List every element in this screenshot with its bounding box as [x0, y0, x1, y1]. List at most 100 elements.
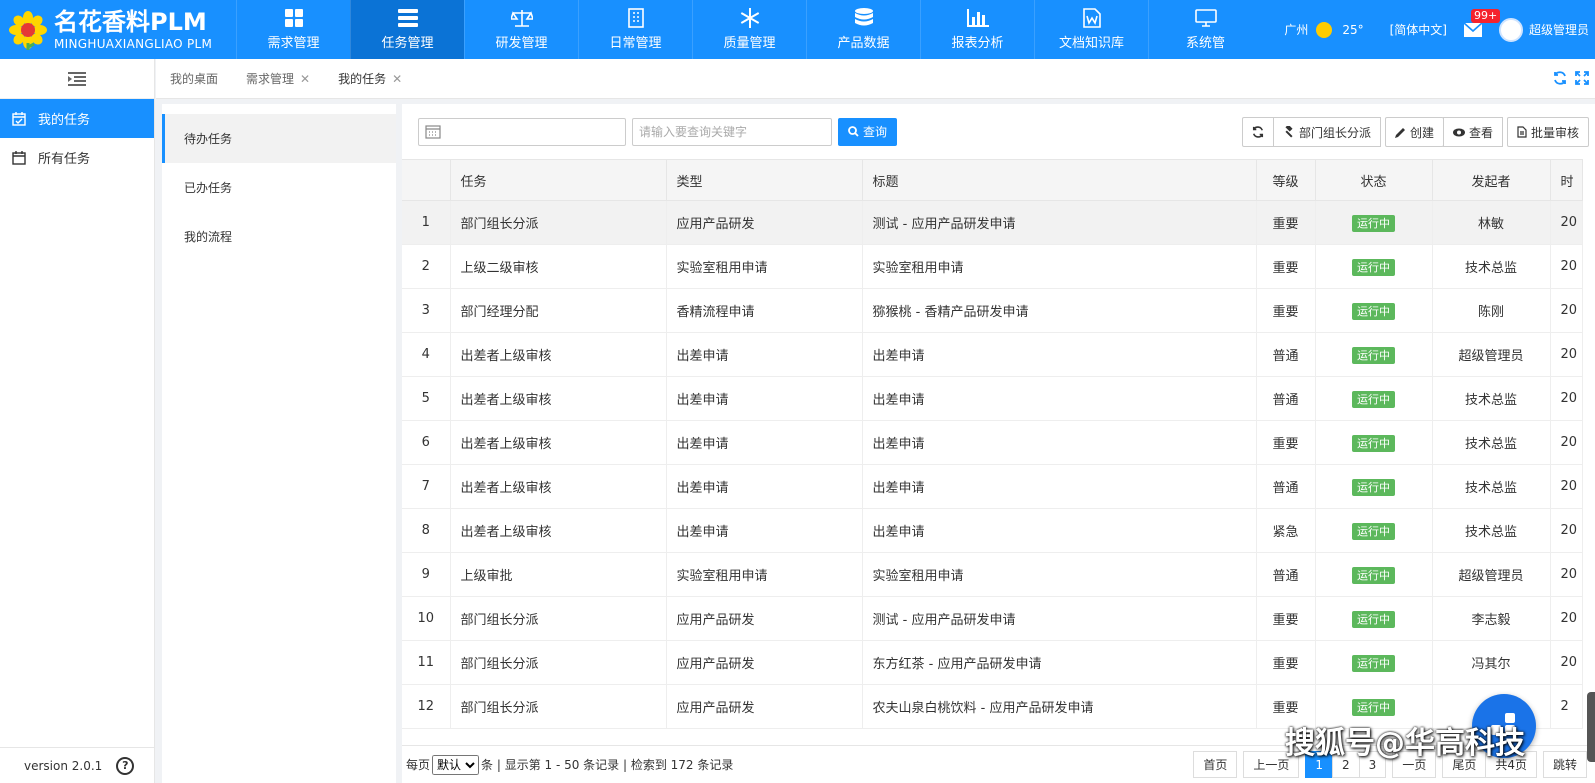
status-badge: 运行中 — [1352, 610, 1395, 628]
table-cell: 出差申请 — [862, 464, 1257, 509]
logo[interactable]: 名花香料PLM MINGHUAXIANGLIAO PLM — [0, 0, 236, 59]
table-cell: 部门经理分配 — [450, 288, 667, 333]
batch-review-button[interactable]: 批量审核 — [1506, 117, 1589, 147]
sidebar-toggle[interactable] — [0, 59, 154, 99]
refresh-button[interactable] — [1241, 117, 1274, 147]
help-icon[interactable]: ? — [116, 756, 135, 775]
action-buttons: 部门组长分派 创建 查看 批量审核 — [1241, 117, 1589, 147]
create-button[interactable]: 创建 — [1384, 117, 1444, 147]
close-icon[interactable]: ✕ — [392, 72, 402, 86]
column-header[interactable]: 时 — [1550, 159, 1583, 201]
avatar[interactable] — [1498, 17, 1523, 42]
nav-item-docs[interactable]: 文档知识库 — [1034, 0, 1148, 59]
table-cell: 20 — [1550, 332, 1583, 377]
calendar-check-icon — [12, 111, 26, 126]
fullscreen-icon[interactable] — [1575, 71, 1589, 85]
tab-desktop[interactable]: 我的桌面 — [156, 59, 232, 99]
status-cell: 运行中 — [1315, 596, 1433, 641]
table-cell: 技术总监 — [1432, 420, 1551, 465]
table-cell: 出差申请 — [666, 464, 863, 509]
column-header[interactable]: 任务 — [450, 159, 667, 201]
table-cell: 技术总监 — [1432, 244, 1551, 289]
nav-label: 需求管理 — [267, 36, 320, 51]
submenu-done[interactable]: 已办任务 — [162, 163, 396, 212]
jump-button[interactable]: 跳转 — [1542, 751, 1587, 778]
table-row[interactable]: 1 部门组长分派 应用产品研发 测试 - 应用产品研发申请 重要 运行中 林敏 20 — [402, 200, 1583, 245]
table-cell: 农夫山泉白桃饮料 - 应用产品研发申请 — [862, 684, 1257, 729]
close-icon[interactable]: ✕ — [300, 72, 310, 86]
table-row[interactable]: 4 出差者上级审核 出差申请 出差申请 普通 运行中 超级管理员 20 — [402, 332, 1583, 377]
date-range-input[interactable] — [418, 117, 626, 146]
table-cell: 5 — [402, 376, 451, 421]
table-cell: 实验室租用申请 — [862, 244, 1257, 289]
column-header[interactable]: 类型 — [666, 159, 863, 201]
submenu-label: 待办任务 — [184, 132, 233, 146]
mail-icon — [1463, 21, 1483, 37]
language-switch[interactable]: [简体中文] — [1390, 21, 1447, 38]
status-cell: 运行中 — [1315, 640, 1433, 685]
sidebar-item-my-tasks[interactable]: 我的任务 — [0, 99, 154, 138]
nav-item-demand[interactable]: 需求管理 — [236, 0, 350, 59]
table-cell: 20 — [1550, 552, 1583, 597]
nav-item-rd[interactable]: 研发管理 — [464, 0, 578, 59]
assign-button[interactable]: 部门组长分派 — [1272, 117, 1381, 147]
first-page-button[interactable]: 首页 — [1193, 751, 1238, 778]
sidebar-item-label: 所有任务 — [38, 152, 91, 167]
nav-label: 日常管理 — [609, 36, 662, 51]
nav-item-quality[interactable]: 质量管理 — [692, 0, 806, 59]
task-table: 任务 类型 标题 等级 状态 发起者 时 1 部门组长分派 应用产品研发 测试 - 应… — [402, 159, 1583, 729]
table-cell: 出差者上级审核 — [450, 464, 667, 509]
keyword-input[interactable] — [632, 117, 832, 146]
mail-badge: 99+ — [1470, 8, 1501, 23]
column-header[interactable]: 发起者 — [1432, 159, 1551, 201]
nav-item-report[interactable]: 报表分析 — [920, 0, 1034, 59]
nav-label: 任务管理 — [381, 36, 434, 51]
status-badge: 运行中 — [1352, 214, 1395, 232]
user-name[interactable]: 超级管理员 — [1529, 21, 1589, 38]
submenu-todo[interactable]: 待办任务 — [162, 114, 396, 163]
table-row[interactable]: 9 上级审批 实验室租用申请 实验室租用申请 普通 运行中 超级管理员 20 — [402, 552, 1583, 597]
bar-chart-icon — [966, 8, 989, 28]
toolbar: 查询 部门组长分派 创建 查看 批量审核 — [402, 104, 1595, 159]
table-cell: 技术总监 — [1432, 508, 1551, 553]
query-button[interactable]: 查询 — [838, 117, 898, 146]
nav-item-daily[interactable]: 日常管理 — [578, 0, 692, 59]
nav-item-task[interactable]: 任务管理 — [350, 0, 464, 59]
table-row[interactable]: 6 出差者上级审核 出差申请 出差申请 重要 运行中 技术总监 20 — [402, 420, 1583, 465]
sidebar-item-all-tasks[interactable]: 所有任务 — [0, 138, 154, 177]
nav-item-system[interactable]: 系统管 — [1148, 0, 1262, 59]
table-cell: 测试 - 应用产品研发申请 — [862, 596, 1257, 641]
column-header[interactable]: 标题 — [862, 159, 1257, 201]
weather-city: 广州 — [1284, 23, 1309, 37]
table-row[interactable]: 11 部门组长分派 应用产品研发 东方红茶 - 应用产品研发申请 重要 运行中 冯其尔 20 — [402, 640, 1583, 685]
status-badge: 运行中 — [1352, 390, 1395, 408]
table-row[interactable]: 2 上级二级审核 实验室租用申请 实验室租用申请 重要 运行中 技术总监 20 — [402, 244, 1583, 289]
submenu-my-flows[interactable]: 我的流程 — [162, 212, 396, 261]
view-button[interactable]: 查看 — [1442, 117, 1503, 147]
table-cell: 2 — [1550, 684, 1583, 729]
table-row[interactable]: 5 出差者上级审核 出差申请 出差申请 普通 运行中 技术总监 20 — [402, 376, 1583, 421]
table-cell: 9 — [402, 552, 451, 597]
table-cell: 应用产品研发 — [666, 596, 863, 641]
nav-label: 产品数据 — [837, 36, 890, 51]
table-cell: 重要 — [1256, 640, 1316, 685]
brand-sub: MINGHUAXIANGLIAO PLM — [54, 36, 213, 51]
edge-handle[interactable] — [1587, 692, 1595, 762]
table-row[interactable]: 3 部门经理分配 香精流程申请 猕猴桃 - 香精产品研发申请 重要 运行中 陈刚 20 — [402, 288, 1583, 333]
tab-my-tasks[interactable]: 我的任务 ✕ — [324, 59, 416, 99]
table-cell: 重要 — [1256, 200, 1316, 245]
status-cell: 运行中 — [1315, 332, 1433, 377]
table-row[interactable]: 7 出差者上级审核 出差申请 出差申请 普通 运行中 技术总监 20 — [402, 464, 1583, 509]
tab-demand[interactable]: 需求管理 ✕ — [232, 59, 324, 99]
top-bar: 名花香料PLM MINGHUAXIANGLIAO PLM 需求管理 任务管理 研… — [0, 0, 1595, 59]
nav-item-product-data[interactable]: 产品数据 — [806, 0, 920, 59]
mail-button[interactable]: 99+ — [1463, 8, 1501, 38]
column-header[interactable]: 等级 — [1256, 159, 1316, 201]
column-header[interactable]: 状态 — [1315, 159, 1433, 201]
table-row[interactable]: 10 部门组长分派 应用产品研发 测试 - 应用产品研发申请 重要 运行中 李志毅 20 — [402, 596, 1583, 641]
table-row[interactable]: 8 出差者上级审核 出差申请 出差申请 紧急 运行中 技术总监 20 — [402, 508, 1583, 553]
refresh-icon[interactable] — [1553, 71, 1567, 85]
indent-icon — [68, 71, 86, 86]
view-label: 查看 — [1468, 125, 1493, 140]
page-size-select[interactable]: 默认 — [432, 754, 480, 775]
